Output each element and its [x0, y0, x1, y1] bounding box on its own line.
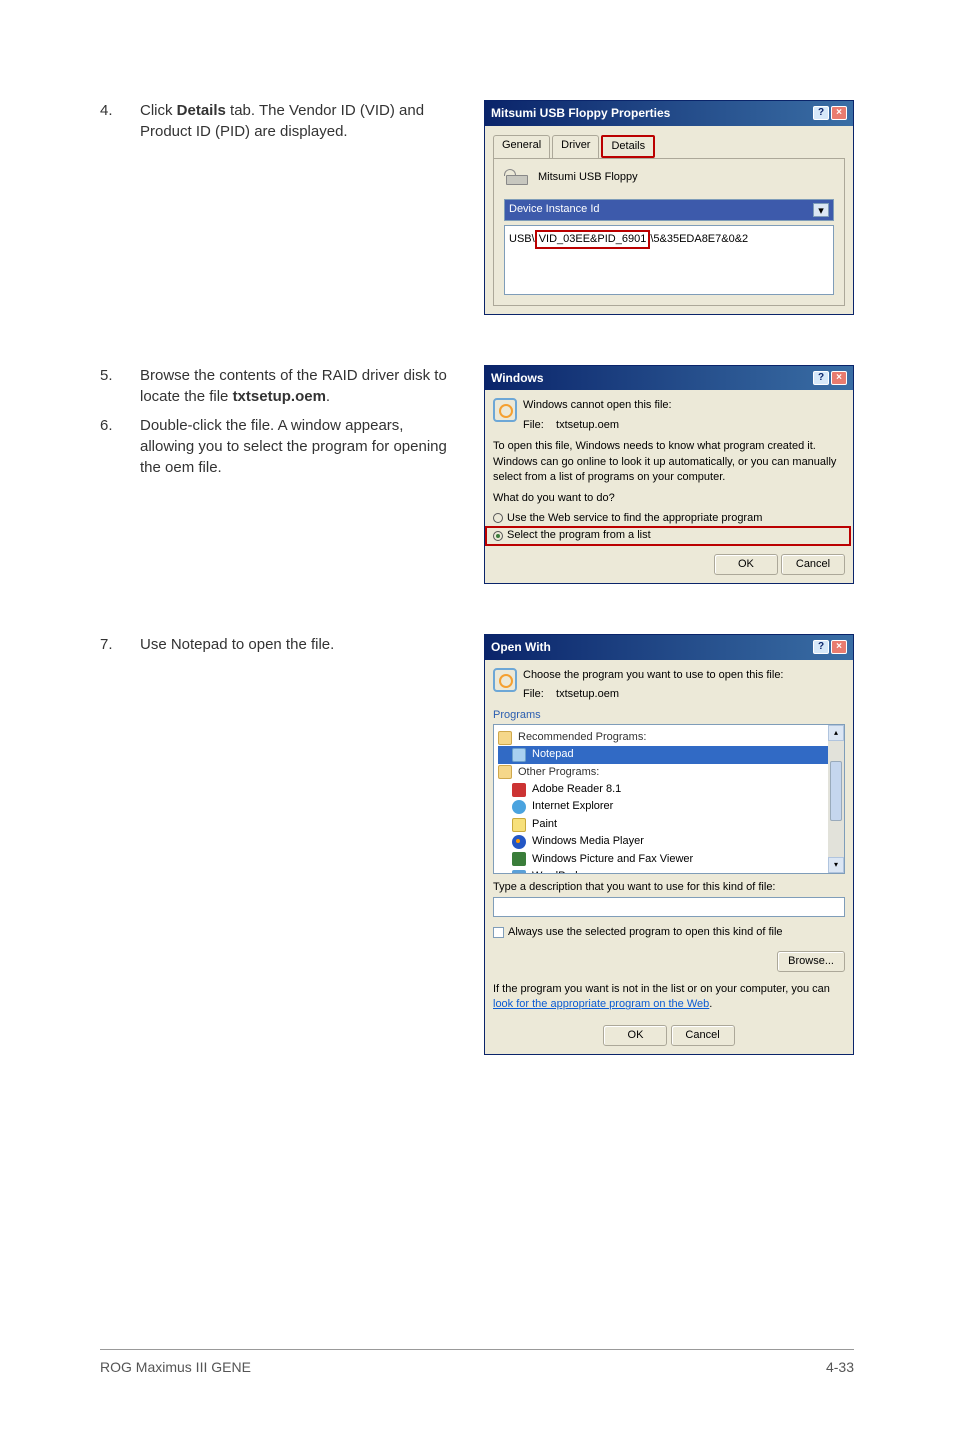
- tab-general[interactable]: General: [493, 135, 550, 158]
- step-5-post: .: [326, 388, 330, 405]
- step-6-text: Double-click the file. A window appears,…: [140, 415, 454, 478]
- wmp-icon: [512, 835, 526, 849]
- dropdown-arrow-icon[interactable]: ▾: [813, 203, 829, 217]
- ie-icon: [512, 800, 526, 814]
- scroll-down-icon[interactable]: ▾: [828, 857, 844, 873]
- always-use-row[interactable]: Always use the selected program to open …: [493, 925, 845, 940]
- choose-program-label: Choose the program you want to use to op…: [523, 668, 845, 683]
- what-do-label: What do you want to do?: [493, 491, 845, 506]
- file-icon: [493, 668, 517, 692]
- program-wordpad[interactable]: WordPad: [498, 868, 840, 874]
- program-paint[interactable]: Paint: [498, 816, 840, 833]
- file-label: File:: [523, 688, 544, 700]
- details-tab-highlight: Details: [601, 135, 655, 158]
- adobe-icon: [512, 783, 526, 797]
- footer-right: 4-33: [826, 1358, 854, 1378]
- browse-button[interactable]: Browse...: [777, 951, 845, 972]
- usb-suffix: \5&35EDA8E7&0&2: [650, 233, 748, 245]
- folder-icon: [498, 765, 512, 779]
- look-web-link[interactable]: look for the appropriate program on the …: [493, 998, 709, 1010]
- radio-icon: [493, 531, 503, 541]
- windows-title: Windows: [491, 370, 544, 387]
- program-adobe[interactable]: Adobe Reader 8.1: [498, 781, 840, 798]
- device-name: Mitsumi USB Floppy: [538, 170, 638, 185]
- scroll-up-icon[interactable]: ▴: [828, 725, 844, 741]
- program-label: WordPad: [532, 869, 578, 874]
- ok-button[interactable]: OK: [603, 1025, 667, 1046]
- pic-viewer-icon: [512, 852, 526, 866]
- close-button[interactable]: ×: [831, 640, 847, 654]
- wordpad-icon: [512, 870, 526, 874]
- option-web-service[interactable]: Use the Web service to find the appropri…: [493, 511, 845, 526]
- option-select-program[interactable]: Select the program from a list: [493, 528, 845, 543]
- always-use-label: Always use the selected program to open …: [508, 926, 783, 938]
- recommended-group: Recommended Programs:: [518, 730, 646, 745]
- program-wpfv[interactable]: Windows Picture and Fax Viewer: [498, 851, 840, 868]
- programs-label: Programs: [493, 708, 845, 723]
- open-with-dialog: Open With ? × Choose the program you wan…: [484, 634, 854, 1055]
- instance-id-box: USB\VID_03EE&PID_6901\5&35EDA8E7&0&2: [504, 225, 834, 295]
- description-input[interactable]: [493, 897, 845, 917]
- help-button[interactable]: ?: [813, 640, 829, 654]
- help-button[interactable]: ?: [813, 106, 829, 120]
- program-label: Windows Picture and Fax Viewer: [532, 852, 693, 867]
- program-label: Notepad: [532, 747, 574, 762]
- open-with-title: Open With: [491, 639, 551, 656]
- step-5-text: Browse the contents of the RAID driver d…: [140, 365, 454, 407]
- combo-label: Device Instance Id: [509, 202, 600, 217]
- option-select-label: Select the program from a list: [507, 528, 651, 543]
- program-label: Adobe Reader 8.1: [532, 782, 621, 797]
- program-label: Internet Explorer: [532, 799, 613, 814]
- program-label: Windows Media Player: [532, 834, 644, 849]
- folder-icon: [498, 731, 512, 745]
- properties-title: Mitsumi USB Floppy Properties: [491, 105, 670, 122]
- file-name: txtsetup.oem: [556, 688, 619, 700]
- step-5-bold: txtsetup.oem: [233, 388, 326, 405]
- file-icon: [493, 398, 517, 422]
- program-notepad[interactable]: Notepad: [498, 746, 840, 763]
- step-4-number: 4.: [100, 100, 120, 142]
- windows-paragraph: To open this file, Windows needs to know…: [493, 439, 845, 485]
- step-4-bold: Details: [177, 102, 226, 119]
- scroll-thumb[interactable]: [830, 761, 842, 821]
- windows-dialog: Windows ? × Windows cannot open this fil…: [484, 365, 854, 584]
- scrollbar[interactable]: ▴ ▾: [828, 725, 844, 873]
- cancel-button[interactable]: Cancel: [671, 1025, 735, 1046]
- usb-prefix: USB\: [509, 233, 535, 245]
- close-button[interactable]: ×: [831, 371, 847, 385]
- step-4-pre: Click: [140, 102, 177, 119]
- step-4-text: Click Details tab. The Vendor ID (VID) a…: [140, 100, 454, 142]
- file-label: File:: [523, 419, 544, 431]
- file-name: txtsetup.oem: [556, 419, 619, 431]
- tab-driver[interactable]: Driver: [552, 135, 599, 158]
- vid-pid-highlight: VID_03EE&PID_6901: [535, 230, 651, 249]
- cannot-open-label: Windows cannot open this file:: [523, 398, 845, 413]
- radio-icon: [493, 513, 503, 523]
- floppy-icon: [504, 169, 530, 187]
- step-6-number: 6.: [100, 415, 120, 478]
- step-7-text: Use Notepad to open the file.: [140, 634, 454, 655]
- close-button[interactable]: ×: [831, 106, 847, 120]
- not-in-list-text: If the program you want is not in the li…: [493, 982, 845, 1013]
- other-group: Other Programs:: [518, 765, 599, 780]
- cancel-button[interactable]: Cancel: [781, 554, 845, 575]
- program-wmp[interactable]: Windows Media Player: [498, 833, 840, 850]
- notepad-icon: [512, 748, 526, 762]
- footer-left: ROG Maximus III GENE: [100, 1358, 251, 1378]
- type-desc-label: Type a description that you want to use …: [493, 880, 845, 895]
- step-7-number: 7.: [100, 634, 120, 655]
- tab-details[interactable]: Details: [603, 137, 653, 156]
- not-in-list-pre: If the program you want is not in the li…: [493, 983, 830, 995]
- program-label: Paint: [532, 817, 557, 832]
- program-ie[interactable]: Internet Explorer: [498, 798, 840, 815]
- checkbox-icon[interactable]: [493, 927, 504, 938]
- help-button[interactable]: ?: [813, 371, 829, 385]
- ok-button[interactable]: OK: [714, 554, 778, 575]
- paint-icon: [512, 818, 526, 832]
- step-5-number: 5.: [100, 365, 120, 407]
- properties-dialog: Mitsumi USB Floppy Properties ? × Genera…: [484, 100, 854, 315]
- device-instance-combo[interactable]: Device Instance Id ▾: [504, 199, 834, 220]
- option-web-label: Use the Web service to find the appropri…: [507, 511, 762, 526]
- programs-list[interactable]: Recommended Programs: Notepad Other Prog…: [493, 724, 845, 874]
